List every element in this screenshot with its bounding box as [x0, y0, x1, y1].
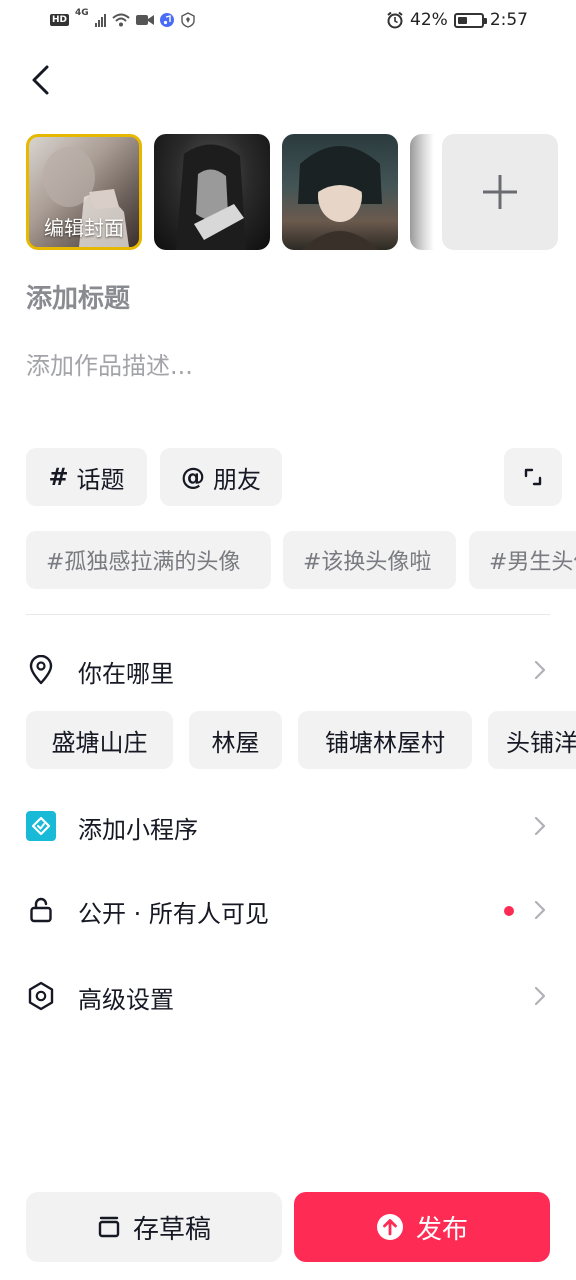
section-divider — [26, 614, 550, 615]
location-suggestion[interactable]: 头铺洋 — [488, 711, 576, 769]
hashtag-icon: # — [48, 463, 69, 491]
friend-label: 朋友 — [213, 465, 261, 494]
shield-app-icon — [180, 12, 195, 28]
hd-badge: HD — [50, 14, 70, 26]
battery-icon — [453, 12, 487, 28]
dark-figure-image — [176, 144, 246, 250]
suggested-tag[interactable]: #孤独感拉满的头像 — [26, 531, 271, 589]
at-icon: @ — [181, 463, 205, 491]
mini-program-icon-wrap — [26, 811, 56, 841]
location-pin-icon — [26, 655, 56, 685]
status-right: 42% 2:57 — [386, 6, 528, 34]
network-type: 4G — [75, 8, 89, 18]
status-bar: HD 4G 42% 2:57 — [0, 0, 576, 40]
plus-icon — [483, 175, 517, 209]
music-app-icon — [159, 13, 174, 27]
advanced-settings-row[interactable]: 高级设置 — [0, 968, 576, 1024]
privacy-row[interactable]: 公开 · 所有人可见 — [0, 882, 576, 938]
chevron-right-icon — [534, 816, 546, 836]
mini-program-row[interactable]: 添加小程序 — [0, 798, 576, 854]
location-suggestion[interactable]: 铺塘林屋村 — [298, 711, 472, 769]
wifi-icon — [112, 13, 130, 27]
advanced-settings-label: 高级设置 — [78, 986, 174, 1014]
media-thumbnail-3[interactable] — [282, 134, 398, 250]
mention-friend-button[interactable]: @ 朋友 — [160, 448, 282, 506]
mini-program-label: 添加小程序 — [78, 816, 198, 844]
privacy-label: 公开 · 所有人可见 — [78, 900, 269, 928]
location-label: 你在哪里 — [78, 660, 174, 688]
save-draft-button[interactable]: 存草稿 — [26, 1192, 282, 1262]
chevron-right-icon — [534, 900, 546, 920]
draft-icon — [97, 1215, 121, 1239]
add-media-button[interactable] — [442, 134, 558, 250]
signal-icon — [94, 13, 106, 27]
add-topic-button[interactable]: # 话题 — [26, 448, 147, 506]
clock: 2:57 — [489, 10, 528, 30]
location-row[interactable]: 你在哪里 — [0, 642, 576, 698]
mini-program-icon — [26, 811, 56, 841]
anime-portrait-image — [298, 146, 382, 250]
upload-arrow-icon — [376, 1213, 404, 1241]
suggested-tag[interactable]: #该换头像啦 — [283, 531, 456, 589]
back-arrow-icon — [32, 65, 49, 95]
status-left: HD 4G — [50, 8, 196, 32]
notification-dot — [504, 906, 514, 916]
settings-hexagon-icon — [26, 981, 56, 1011]
publish-button[interactable]: 发布 — [294, 1192, 550, 1262]
media-thumbnail-4-partial[interactable] — [410, 134, 434, 250]
location-suggestion[interactable]: 林屋 — [189, 711, 282, 769]
location-suggestion[interactable]: 盛塘山庄 — [26, 711, 173, 769]
cover-thumbnail[interactable]: 编辑封面 — [26, 134, 142, 250]
chevron-right-icon — [534, 660, 546, 680]
video-call-icon — [135, 15, 154, 25]
unlock-icon — [26, 895, 56, 925]
suggested-tag[interactable]: #男生头像 — [469, 531, 576, 589]
topic-label: 话题 — [76, 465, 125, 494]
chevron-right-icon — [534, 986, 546, 1006]
media-thumbnail-2[interactable] — [154, 134, 270, 250]
publish-page: HD 4G 42% 2:57 编辑封面 添加标题 添加作品描述... # 话题 … — [0, 0, 576, 1280]
edit-cover-label: 编辑封面 — [44, 216, 124, 240]
media-strip: 编辑封面 — [26, 134, 576, 250]
back-button[interactable] — [24, 60, 56, 100]
publish-label: 发布 — [415, 1214, 468, 1245]
alarm-icon — [387, 11, 403, 29]
expand-icon — [524, 468, 542, 486]
title-input[interactable]: 添加标题 — [26, 278, 130, 315]
battery-percent: 42% — [410, 10, 448, 30]
save-draft-label: 存草稿 — [132, 1214, 211, 1245]
description-input[interactable]: 添加作品描述... — [26, 346, 193, 381]
expand-editor-button[interactable] — [504, 448, 562, 506]
